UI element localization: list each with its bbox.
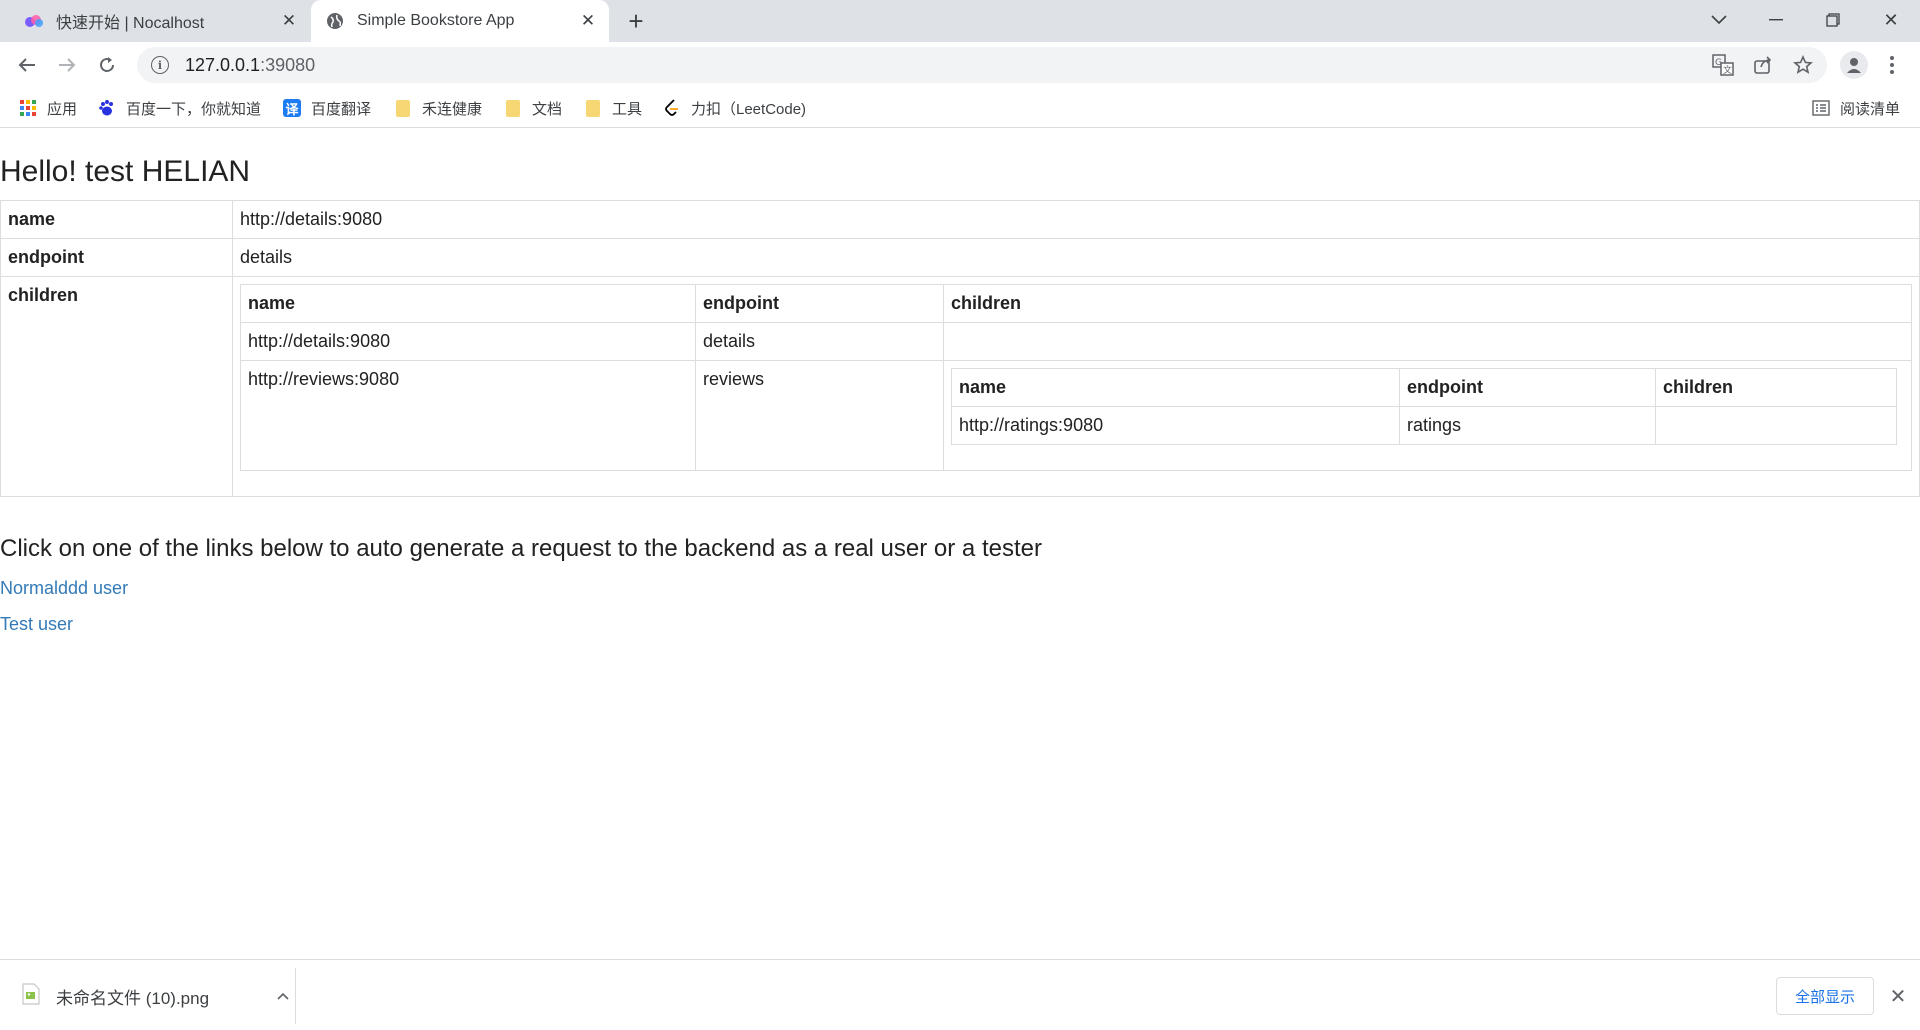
menu-kebab-icon[interactable] [1880,53,1904,77]
bookmark-folder-tools[interactable]: 工具 [584,96,642,120]
globe-icon [325,11,345,31]
row-value: details [232,238,1920,277]
reading-list-label: 阅读清单 [1840,100,1901,118]
table-header-row: name endpoint children [951,368,1897,407]
address-url: 127.0.0.1:39080 [185,54,316,75]
site-info-icon[interactable]: i [151,56,169,74]
tab-search-chevron-icon[interactable] [1692,0,1746,40]
row-key: endpoint [0,238,233,277]
bookmark-baidu-translate[interactable]: 译 百度翻译 [283,96,371,120]
cell-name: http://ratings:9080 [951,406,1400,445]
tab-bookstore[interactable]: Simple Bookstore App ✕ [311,0,609,42]
bookmark-label: 禾连健康 [422,100,483,118]
close-window-icon[interactable]: ✕ [1864,0,1918,40]
column-header: children [1655,368,1897,407]
column-header: children [943,284,1912,323]
profile-avatar-icon[interactable] [1840,51,1868,79]
folder-icon [394,99,412,117]
page-heading: Hello! test HELIAN [0,155,251,188]
table-row: http://ratings:9080 ratings [951,406,1897,445]
tab-nocalhost[interactable]: 快速开始 | Nocalhost ✕ [10,0,310,42]
bookmark-label: 百度翻译 [311,100,372,118]
bookmark-label: 文档 [532,100,563,118]
row-value: name endpoint children http://details:90… [232,276,1920,497]
reading-list-icon [1812,99,1830,117]
instructions-text: Click on one of the links below to auto … [0,535,1042,562]
tab-title: 快速开始 | Nocalhost [56,15,205,32]
png-file-icon [22,982,40,1010]
browser-window: 快速开始 | Nocalhost ✕ Simple Bookstore App … [0,0,1920,1030]
back-icon[interactable] [11,49,43,81]
download-file-name: 未命名文件 (10).png [56,988,210,1008]
address-bar[interactable]: i 127.0.0.1:39080 [137,47,1827,83]
table-header-row: name endpoint children [240,284,1912,323]
table-row: http://details:9080 details [240,322,1912,361]
new-tab-icon[interactable]: + [622,6,650,36]
nocalhost-icon [24,11,44,31]
translate-page-icon[interactable]: G文 [1711,53,1735,77]
folder-icon [504,99,522,117]
cell-name: http://reviews:9080 [240,360,696,471]
divider [295,968,296,1024]
row-key: name [0,200,233,239]
grandchildren-table: name endpoint children http://ratings:90… [951,368,1897,445]
download-bar: 未命名文件 (10).png 全部显示 ✕ [0,959,1920,1030]
row-key: children [0,276,233,497]
chevron-up-icon[interactable] [271,984,295,1008]
table-row: endpoint details [0,238,1920,277]
bookmark-apps[interactable]: 应用 [19,96,77,120]
bookmark-folder-helian[interactable]: 禾连健康 [394,96,482,120]
bookmarks-bar: 应用 百度一下，你就知道 译 百度翻译 禾连健康 文档 工具 力扣（LeetCo… [0,88,1920,128]
tab-strip: 快速开始 | Nocalhost ✕ Simple Bookstore App … [0,0,1920,42]
children-table: name endpoint children http://details:90… [240,284,1912,471]
bookmark-baidu[interactable]: 百度一下，你就知道 [98,96,261,120]
apps-grid-icon [19,99,37,117]
cell-children: name endpoint children http://ratings:90… [943,360,1912,471]
reading-list[interactable]: 阅读清单 [1812,96,1900,120]
bookmark-label: 百度一下，你就知道 [126,100,262,118]
cell-children [943,322,1912,361]
cell-endpoint: reviews [695,360,944,471]
column-header: name [240,284,696,323]
column-header: endpoint [695,284,944,323]
svg-text:文: 文 [1723,64,1732,76]
table-row: children name endpoint children http://d… [0,276,1920,497]
column-header: name [951,368,1400,407]
bookmark-label: 力扣（LeetCode) [691,100,807,118]
close-tab-icon[interactable]: ✕ [278,10,300,32]
test-user-link[interactable]: Test user [0,614,73,635]
row-value: http://details:9080 [232,200,1920,239]
svg-text:G: G [1715,58,1722,68]
leetcode-icon [663,99,681,117]
close-tab-icon[interactable]: ✕ [577,10,599,32]
bookmark-label: 应用 [47,100,78,118]
normal-user-link[interactable]: Normalddd user [0,578,128,599]
translate-icon: 译 [283,99,301,117]
download-item[interactable]: 未命名文件 (10).png [22,974,295,1018]
cell-endpoint: details [695,322,944,361]
bookmark-leetcode[interactable]: 力扣（LeetCode) [663,96,806,120]
bookmark-star-icon[interactable] [1791,53,1815,77]
table-row: name http://details:9080 [0,200,1920,239]
column-header: endpoint [1399,368,1656,407]
service-table: name http://details:9080 endpoint detail… [0,200,1920,497]
reload-icon[interactable] [91,49,123,81]
tab-title: Simple Bookstore App [357,12,515,29]
folder-icon [584,99,602,117]
cell-endpoint: ratings [1399,406,1656,445]
page-content: Hello! test HELIAN name http://details:9… [0,129,1920,959]
bookmark-folder-docs[interactable]: 文档 [504,96,562,120]
bookmark-label: 工具 [612,100,643,118]
close-download-bar-icon[interactable]: ✕ [1886,984,1910,1008]
minimize-icon[interactable] [1749,0,1803,40]
baidu-paw-icon [98,99,116,117]
cell-children [1655,406,1897,445]
show-all-button[interactable]: 全部显示 [1776,977,1874,1015]
forward-icon[interactable] [51,49,83,81]
share-icon[interactable] [1751,53,1775,77]
toolbar: i 127.0.0.1:39080 G文 [0,42,1920,88]
table-row: http://reviews:9080 reviews name endpoin… [240,360,1912,471]
restore-icon[interactable] [1806,0,1860,40]
cell-name: http://details:9080 [240,322,696,361]
